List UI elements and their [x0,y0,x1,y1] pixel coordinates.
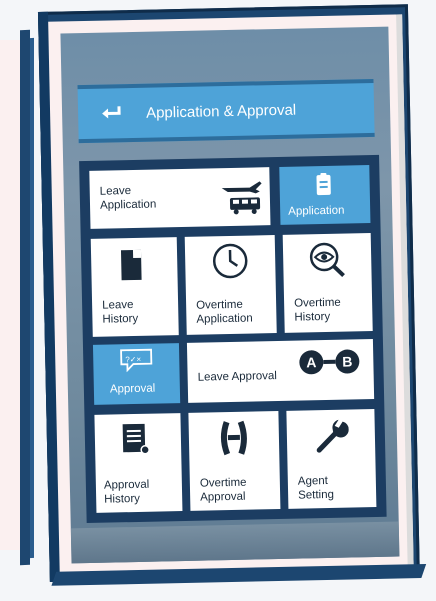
a-to-b-icon: A B [299,349,366,376]
arrow-glyph [323,359,336,365]
tile-label: Leave Approval [197,370,278,384]
app-header: Application & Approval [77,78,375,144]
tile-label-line2: Application [99,198,157,212]
book-mockup: Application & Approval Leave Application [37,4,427,592]
clock-icon [212,243,248,279]
menu-grid: Leave Application Application Leave Hist… [79,154,387,524]
leave-history-tile[interactable]: Leave History [90,237,179,337]
overtime-history-tile[interactable]: Overtime History [282,233,373,333]
tile-label-line1: Overtime [294,296,341,310]
overtime-application-tile[interactable]: Overtime Application [184,235,277,335]
tile-label-line2: Setting [298,488,335,502]
return-arrow-icon [102,106,121,119]
application-tile[interactable]: Application [279,165,371,225]
leave-application-tile[interactable]: Leave Application [89,167,271,229]
overtime-approval-tile[interactable]: Overtime Approval [188,411,281,511]
leave-approval-tile[interactable]: Leave Approval A B [186,339,375,403]
tile-label-line2: Approval [200,490,246,504]
tile-label-line1: Leave [99,185,132,198]
tile-label-line2: History [294,310,331,324]
tile-label-line2: Application [196,312,253,326]
tile-label-line2: History [102,312,139,326]
tile-label-line2: History [104,492,141,506]
back-button[interactable] [92,93,133,134]
approval-badge: ?✓× [125,354,142,365]
tile-label-line1: Overtime [199,476,247,490]
point-b: B [335,349,360,374]
approval-tile[interactable]: ?✓× Approval [92,343,181,405]
page-title: Application & Approval [145,101,297,122]
tile-label-line1: Agent [297,474,329,488]
background-scenery [70,521,400,564]
tile-label: Approval [109,382,156,396]
app-screen: Application & Approval Leave Application [60,26,400,564]
handshake-icon [220,420,247,456]
magnifier-eye-icon [309,242,345,278]
adjacent-book [0,0,36,601]
document-icon [120,249,142,281]
clipboard-icon [316,172,331,196]
document-pen-icon [122,423,150,455]
tile-label: Application [288,204,345,218]
approval-history-tile[interactable]: Approval History [94,413,183,513]
tile-label-line1: Overtime [196,298,243,312]
tile-label-line1: Leave [102,299,134,312]
plane-bus-icon [221,181,262,215]
agent-setting-tile[interactable]: Agent Setting [286,409,377,509]
point-a: A [299,350,324,375]
tile-label-line1: Approval [103,478,150,492]
wrench-icon [316,419,349,453]
